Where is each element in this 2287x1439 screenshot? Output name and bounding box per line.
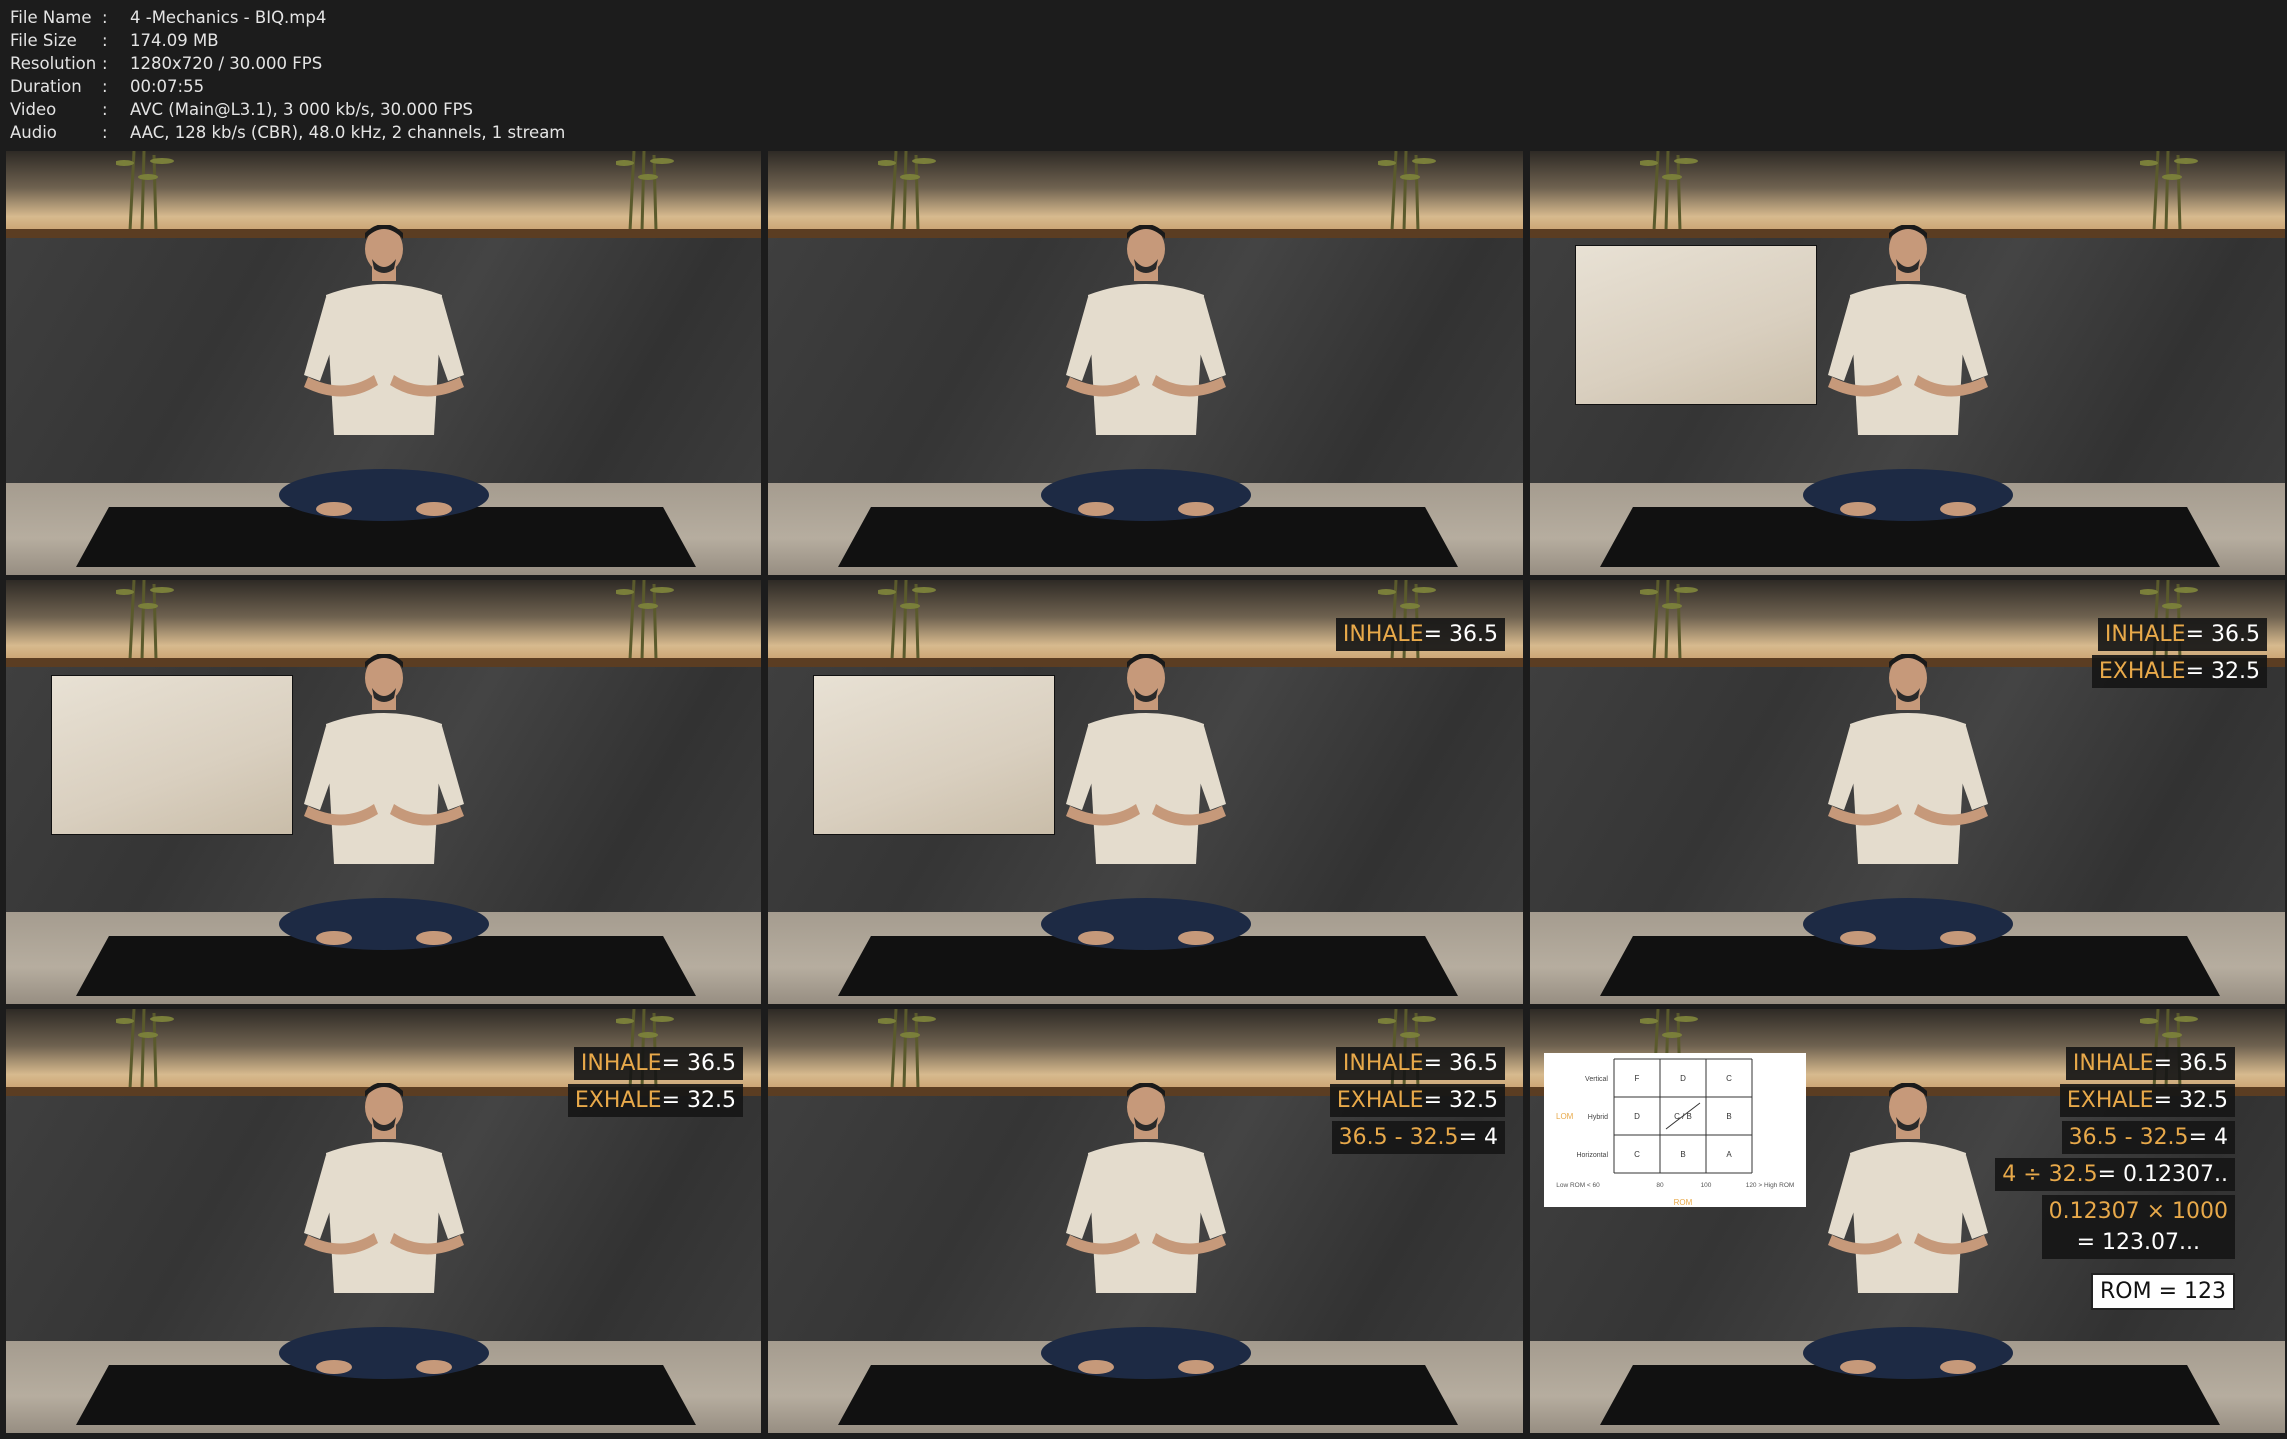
inhale-label: INHALE= 36.5: [2065, 1047, 2235, 1080]
exhale-label: EXHALE= 32.5: [2059, 1084, 2235, 1117]
file-info-row: Duration:00:07:55: [10, 77, 205, 96]
measurement-overlay: INHALE= 36.5 EXHALE= 32.5: [567, 1047, 743, 1117]
bamboo-plant: [116, 580, 174, 660]
bamboo-plant: [116, 151, 174, 231]
bamboo-plant: [878, 151, 936, 231]
exhale-label: EXHALE= 32.5: [1329, 1084, 1505, 1117]
measurement-overlay: INHALE= 36.5 EXHALE= 32.5: [2091, 618, 2267, 688]
video-thumbnail[interactable]: [1530, 151, 2285, 575]
video-thumbnail[interactable]: [768, 151, 1523, 575]
bamboo-plant: [1640, 580, 1698, 660]
video-thumbnail[interactable]: [6, 580, 761, 1004]
chart-cell: D: [1680, 1074, 1686, 1083]
bamboo-plant: [116, 1009, 174, 1089]
video-thumbnail[interactable]: [6, 151, 761, 575]
file-info-row: File Size:174.09 MB: [10, 31, 219, 50]
instructor-figure: [1802, 654, 2013, 950]
chart-x-tick: 120 > High ROM: [1746, 1182, 1795, 1189]
instructor-figure: [278, 654, 489, 950]
difference-label: 36.5 - 32.5= 4: [1331, 1121, 1505, 1154]
chart-x-tick: Low ROM < 60: [1556, 1182, 1600, 1189]
video-thumbnail[interactable]: Vertical F D C Hybrid D C / B B Horizontal C B A LOM…: [1530, 1009, 2285, 1433]
instructor-figure: [1040, 225, 1251, 521]
exhale-label: EXHALE= 32.5: [567, 1084, 743, 1117]
chart-row-label: Horizontal: [1576, 1152, 1608, 1159]
chart-x-tick: 80: [1656, 1182, 1664, 1189]
bamboo-plant: [878, 1009, 936, 1089]
chart-cell: C: [1726, 1074, 1732, 1083]
instructor-figure: [1802, 225, 2013, 521]
bamboo-plant: [616, 580, 674, 660]
inhale-label: INHALE= 36.5: [573, 1047, 743, 1080]
chart-cell: A: [1726, 1150, 1732, 1159]
instructor-figure: [1040, 654, 1251, 950]
file-info-row: File Name:4 -Mechanics - BIQ.mp4: [10, 8, 327, 27]
file-info-row: Audio: AAC, 128 kb/s (CBR), 48.0 kHz, 2 c…: [10, 123, 566, 142]
inhale-label: INHALE= 36.5: [2097, 618, 2267, 651]
video-thumbnail[interactable]: INHALE= 36.5 EXHALE= 32.5 36.5 - 32.5= 4: [768, 1009, 1523, 1433]
bamboo-plant: [1378, 151, 1436, 231]
chart-cell: B: [1680, 1150, 1685, 1159]
rom-classification-chart: Vertical F D C Hybrid D C / B B Horizontal C B A LOM…: [1544, 1053, 1806, 1207]
chart-side-label: LOM: [1556, 1112, 1574, 1121]
bamboo-plant: [878, 580, 936, 660]
file-info-row: Resolution:1280x720 / 30.000 FPS: [10, 54, 323, 73]
chart-x-tick: 100: [1701, 1182, 1712, 1189]
video-thumbnail[interactable]: INHALE= 36.5: [768, 580, 1523, 1004]
instructor-figure: [278, 1083, 489, 1379]
chart-x-label: ROM: [1674, 1198, 1693, 1207]
inhale-label: INHALE= 36.5: [1335, 1047, 1505, 1080]
measurement-overlay: INHALE= 36.5 EXHALE= 32.5 36.5 - 32.5= 4 4 …: [1995, 1047, 2235, 1310]
closeup-inset: [51, 675, 293, 835]
chart-row-label: Hybrid: [1588, 1114, 1608, 1121]
measurement-overlay: INHALE= 36.5 EXHALE= 32.5 36.5 - 32.5= 4: [1329, 1047, 1505, 1154]
difference-label: 36.5 - 32.5= 4: [2061, 1121, 2235, 1154]
video-thumbnail[interactable]: INHALE= 36.5 EXHALE= 32.5: [1530, 580, 2285, 1004]
chart-cell: D: [1634, 1112, 1640, 1121]
chart-cell: B: [1726, 1112, 1731, 1121]
chart-cell: F: [1635, 1074, 1640, 1083]
rom-result-label: ROM = 123: [2091, 1273, 2235, 1310]
multiplication-label: 0.12307 × 1000 = 123.07...: [2041, 1195, 2235, 1259]
inhale-label: INHALE= 36.5: [1335, 618, 1505, 651]
file-info-row: Video: AVC (Main@L3.1), 3 000 kb/s, 30.00…: [10, 100, 474, 119]
bamboo-plant: [1640, 151, 1698, 231]
bamboo-plant: [2140, 151, 2198, 231]
chart-cell: C / B: [1674, 1112, 1692, 1121]
bamboo-plant: [616, 151, 674, 231]
measurement-overlay: INHALE= 36.5: [1335, 618, 1505, 651]
division-label: 4 ÷ 32.5= 0.12307..: [1995, 1158, 2235, 1191]
instructor-figure: [278, 225, 489, 521]
instructor-figure: [1802, 1083, 2013, 1379]
chart-cell: C: [1634, 1150, 1640, 1159]
closeup-inset: [1575, 245, 1817, 405]
instructor-figure: [1040, 1083, 1251, 1379]
file-info-panel: File Name:4 -Mechanics - BIQ.mp4 File Si…: [10, 6, 565, 144]
video-thumbnail[interactable]: INHALE= 36.5 EXHALE= 32.5: [6, 1009, 761, 1433]
exhale-label: EXHALE= 32.5: [2091, 655, 2267, 688]
chart-row-label: Vertical: [1585, 1076, 1608, 1083]
thumbnail-grid: INHALE= 36.5 INHALE= 36.5 EXHALE= 32.5 I…: [6, 151, 2285, 1433]
closeup-inset: [813, 675, 1055, 835]
